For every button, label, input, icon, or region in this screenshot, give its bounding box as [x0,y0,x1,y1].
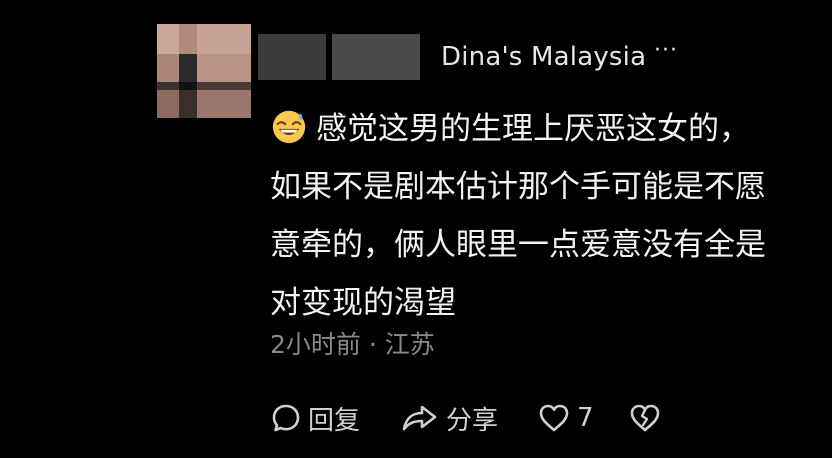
broken-heart-icon [630,404,660,432]
avatar[interactable] [157,24,251,118]
comment-screen: Dina's Malaysia ··· 感觉这男的生理上厌恶这女的， 如果不是剧… [0,0,832,458]
comment-line-4: 对变现的渴望 [270,285,456,321]
action-bar: 回复 分享 7 [270,396,690,440]
grinning-face-with-sweat-icon [272,110,306,144]
comment-line-2: 如果不是剧本估计那个手可能是不愿 [270,169,766,205]
share-label: 分享 [446,405,499,436]
dislike-button[interactable] [628,396,662,440]
reply-label: 回复 [308,405,361,436]
reply-button[interactable]: 回复 [270,396,360,440]
share-icon [402,405,437,431]
comment-line: 感觉这男的生理上厌恶这女的， [270,100,810,158]
comment-line-3: 意牵的，俩人眼里一点爱意没有全是 [270,227,766,263]
redacted-name-block [258,34,326,80]
redacted-name-block [332,34,420,80]
heart-icon [539,404,569,432]
more-icon[interactable]: ··· [654,38,678,63]
like-button[interactable]: 7 [537,396,594,440]
comment-line-1: 感觉这男的生理上厌恶这女的， [316,111,750,147]
author-name-text[interactable]: Dina's Malaysia [441,42,646,72]
comment-meta: 2小时前 · 江苏 [270,330,435,359]
reply-icon [272,404,300,432]
share-button[interactable]: 分享 [400,396,498,440]
comment-text: 感觉这男的生理上厌恶这女的， 如果不是剧本估计那个手可能是不愿 意牵的，俩人眼里… [270,100,810,332]
like-count: 7 [577,403,594,433]
author-name[interactable]: Dina's Malaysia ··· [258,34,698,82]
